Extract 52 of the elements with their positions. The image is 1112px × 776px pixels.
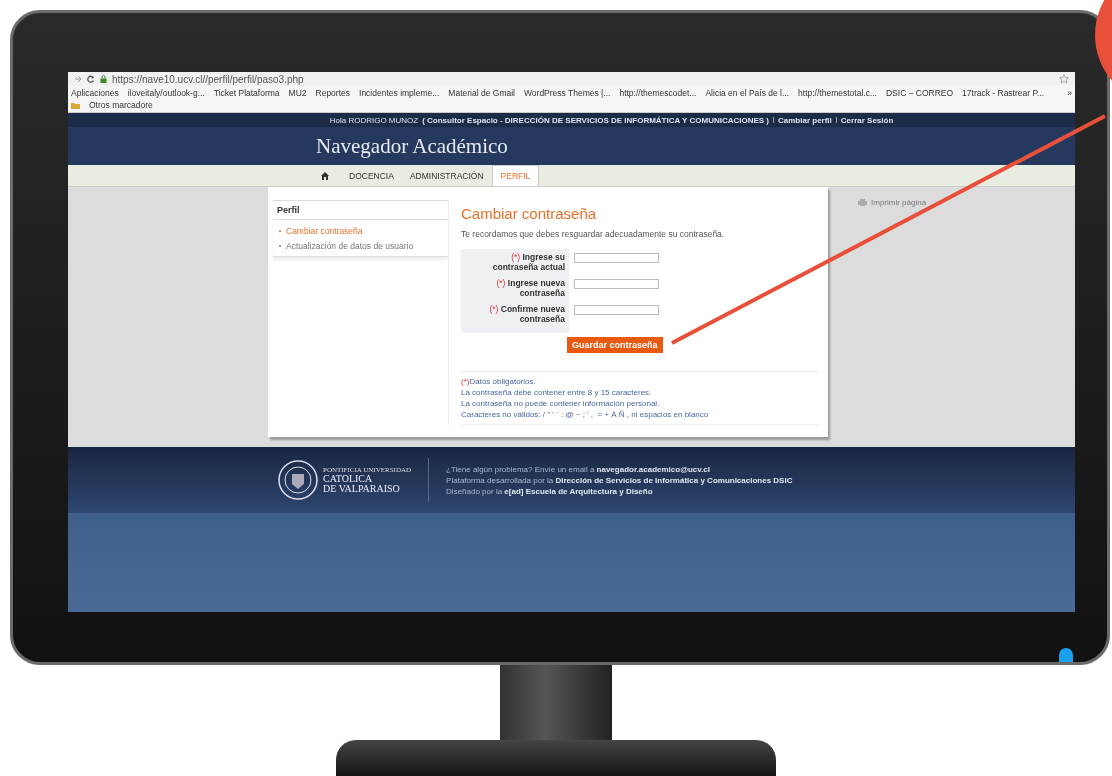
url-text[interactable]: https://nave10.ucv.cl//perfil/perfil/paso3.php <box>112 73 304 85</box>
site-title: Navegador Académico <box>316 133 508 159</box>
bookmark-link[interactable]: Aplicaciones <box>71 88 119 98</box>
sidebar-link[interactable]: Actualización de datos de usuario <box>279 238 448 253</box>
page-heading: Cambiar contraseña <box>461 205 598 222</box>
password-field[interactable] <box>574 253 659 263</box>
print-link[interactable]: Imprimir página <box>871 198 927 207</box>
bookmark-link[interactable]: MU2 <box>288 88 307 98</box>
save-password-button[interactable]: Guardar contraseña <box>567 337 663 353</box>
nav-tab[interactable]: DOCENCIA <box>341 165 402 186</box>
lock-icon <box>100 75 107 83</box>
more-bookmarks-button[interactable]: » <box>1067 88 1072 98</box>
home-icon[interactable] <box>321 171 329 180</box>
forward-arrow-icon[interactable] <box>74 75 82 83</box>
bookmark-link[interactable]: Ticket Plataforma <box>213 88 280 98</box>
bookmark-link[interactable]: Incidentes impleme... <box>359 88 440 98</box>
role-text: ( Consultor Espacio - DIRECCIÓN DE SERVICIOS DE INFORMÁTICA Y COMUNICACIONES ) <box>422 115 769 125</box>
bookmark-link[interactable]: iloveitaly/outlook-g... <box>127 88 205 98</box>
star-icon[interactable] <box>1059 74 1069 84</box>
bookmark-link[interactable]: DSIC – CORREO <box>886 88 954 98</box>
note-text: La contraseña no puede contener información personal. <box>461 398 661 409</box>
power-light-icon <box>1059 648 1073 662</box>
bookmark-link[interactable]: Reportes <box>315 88 351 98</box>
intro-text: Te recordamos que debes resguardar adecuadamente su contraseña. <box>461 229 726 239</box>
footer-text: ¿Tiene algún problema? Envíe un email a navegador.academico@ucv.cl <box>446 464 712 474</box>
nav-tab[interactable]: ADMINISTRACIÓN <box>401 165 492 186</box>
field-label: (*) Ingrese su contraseña actual <box>491 252 565 274</box>
bookmark-link[interactable]: http://themestotal.c... <box>798 88 877 98</box>
note-text: (*)Datos obligatorios. <box>461 376 537 387</box>
folder-icon <box>71 101 80 109</box>
note-text: La contraseña debe contener entre 8 y 15 caracteres. <box>461 387 653 398</box>
bookmark-link[interactable]: 17track - Rastrear P... <box>962 88 1045 98</box>
password-field[interactable] <box>574 279 659 289</box>
logo-text: CATOLICA <box>323 474 374 484</box>
field-label: (*) Ingrese nueva contraseña <box>495 278 565 300</box>
university-seal-icon <box>278 460 318 500</box>
greeting-text: Hola RODRIGO MUNOZ <box>329 115 419 125</box>
note-text: Caracteres no válidos: / " ' ` : @ ~ ; ' , = + Ä Ñ , ni espacios en blanco <box>461 409 710 420</box>
bookmark-link[interactable]: Material de Gmail <box>448 88 515 98</box>
field-label: (*) Confirme nueva contraseña <box>488 304 565 326</box>
logo-text: DE VALPARAISO <box>323 484 401 494</box>
footer-text: Plataforma desarrollada por la Dirección de Servicios de Informática y Comunicaciones DSIC <box>446 475 793 485</box>
footer-text: Diseñado por la e[ad] Escuela de Arquitectura y Diseño <box>446 486 654 496</box>
top-link[interactable]: Cambiar perfil <box>778 115 832 125</box>
sidebar-heading: Perfil <box>273 201 448 220</box>
bookmark-link[interactable]: http://themescodet... <box>619 88 697 98</box>
bookmark-link[interactable]: Otros marcadore <box>89 100 153 110</box>
bookmark-link[interactable]: WordPress Themes |... <box>523 88 611 98</box>
reload-icon[interactable] <box>87 75 95 83</box>
password-field[interactable] <box>574 305 659 315</box>
top-link[interactable]: Cerrar Sesión <box>840 115 894 125</box>
bookmark-link[interactable]: Alicia en el País de l... <box>705 88 790 98</box>
